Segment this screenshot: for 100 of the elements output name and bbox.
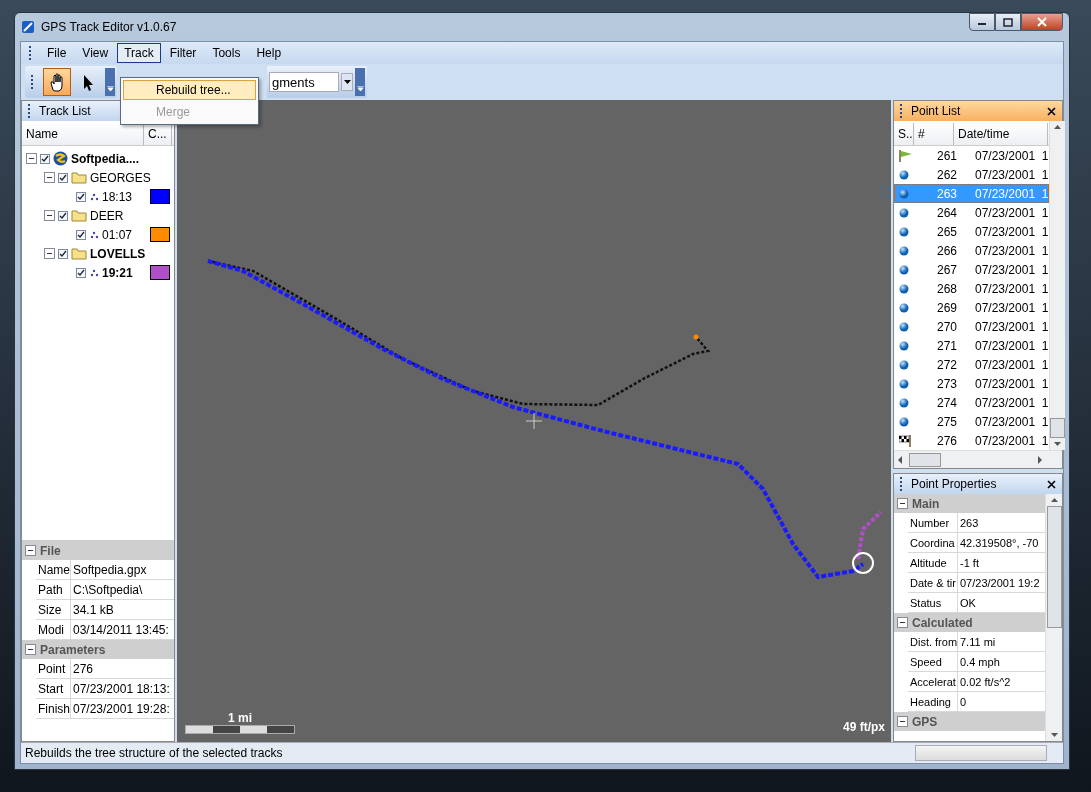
point-row[interactable]: 261 07/23/2001 1 bbox=[894, 146, 1050, 165]
dot-icon bbox=[899, 302, 909, 313]
point-number: 261 bbox=[937, 148, 959, 163]
collapse-toggle[interactable] bbox=[44, 172, 55, 183]
point-datetime: 07/23/2001 1 bbox=[975, 395, 1049, 410]
tree-label[interactable]: 01:07 bbox=[102, 227, 133, 242]
dot-icon bbox=[899, 207, 909, 218]
point-row[interactable]: 275 07/23/2001 1 bbox=[894, 412, 1050, 431]
checkbox[interactable] bbox=[58, 172, 68, 183]
close-icon bbox=[1037, 17, 1047, 27]
point-row[interactable]: 271 07/23/2001 1 bbox=[894, 336, 1050, 355]
tree-label[interactable]: GEORGES bbox=[90, 170, 151, 185]
point-row[interactable]: 262 07/23/2001 1 bbox=[894, 165, 1050, 184]
point-row[interactable]: 267 07/23/2001 1 bbox=[894, 260, 1050, 279]
point-row[interactable]: 274 07/23/2001 1 bbox=[894, 393, 1050, 412]
checkbox[interactable] bbox=[58, 210, 68, 221]
checkbox[interactable] bbox=[58, 248, 68, 259]
menu-item[interactable]: Help bbox=[249, 43, 289, 63]
point-row[interactable]: 266 07/23/2001 1 bbox=[894, 241, 1050, 260]
point-datetime: 07/23/2001 1 bbox=[975, 148, 1049, 163]
point-row[interactable]: 273 07/23/2001 1 bbox=[894, 374, 1050, 393]
check-icon bbox=[77, 192, 85, 201]
hand-tool-button[interactable] bbox=[43, 68, 71, 96]
property-value: 07/23/2001 19:2 bbox=[959, 575, 1041, 591]
menu-item[interactable]: View bbox=[75, 43, 116, 63]
minimize-button[interactable] bbox=[969, 13, 995, 31]
collapse-toggle[interactable] bbox=[897, 498, 908, 509]
checkbox[interactable] bbox=[76, 191, 86, 202]
point-row[interactable]: 268 07/23/2001 1 bbox=[894, 279, 1050, 298]
property-value: 0.4 mph bbox=[959, 654, 1001, 670]
track-points-icon bbox=[89, 267, 99, 278]
point-number: 267 bbox=[937, 262, 959, 277]
track-points-icon bbox=[89, 229, 99, 240]
dot-icon bbox=[899, 359, 909, 370]
crosshair-icon bbox=[525, 412, 543, 430]
combo-field[interactable]: gments bbox=[269, 72, 339, 92]
left-arrow-icon[interactable] bbox=[897, 455, 903, 464]
point-number: 264 bbox=[937, 205, 959, 220]
tree-label[interactable]: 18:13 bbox=[102, 189, 133, 204]
scroll-thumb[interactable] bbox=[1046, 506, 1062, 628]
property-name: Modi bbox=[36, 620, 71, 639]
tree-label[interactable]: LOVELLS bbox=[90, 246, 146, 261]
dropdown-arrow-button[interactable] bbox=[341, 73, 353, 91]
point-datetime: 07/23/2001 1 bbox=[975, 205, 1049, 220]
close-icon[interactable] bbox=[1047, 479, 1056, 489]
chevron-icon bbox=[356, 86, 364, 92]
checkbox[interactable] bbox=[40, 153, 50, 164]
property-name: Altitude bbox=[908, 553, 958, 572]
column-header[interactable]: # bbox=[914, 123, 954, 145]
maximize-button[interactable] bbox=[995, 13, 1021, 31]
toolbar-options-button[interactable] bbox=[355, 68, 365, 96]
checkbox[interactable] bbox=[76, 229, 86, 240]
point-row[interactable]: 265 07/23/2001 1 bbox=[894, 222, 1050, 241]
scroll-thumb[interactable] bbox=[909, 452, 941, 467]
section-title: Parameters bbox=[40, 642, 106, 657]
collapse-toggle[interactable] bbox=[897, 617, 908, 628]
property-value: 34.1 kB bbox=[72, 601, 115, 619]
right-arrow-icon[interactable] bbox=[1037, 455, 1043, 464]
point-datetime: 07/23/2001 1 bbox=[975, 281, 1049, 296]
point-row[interactable]: 272 07/23/2001 1 bbox=[894, 355, 1050, 374]
vertical-scrollbar[interactable] bbox=[1049, 121, 1066, 450]
point-datetime: 07/23/2001 1 bbox=[975, 319, 1049, 334]
menu-item[interactable]: Track bbox=[117, 43, 161, 63]
menu-item[interactable]: Tools bbox=[205, 43, 248, 63]
checkered-flag-icon bbox=[899, 434, 913, 447]
collapse-toggle[interactable] bbox=[25, 644, 36, 655]
tree-label[interactable]: 19:21 bbox=[102, 265, 133, 280]
collapse-toggle[interactable] bbox=[44, 248, 55, 259]
tree-label[interactable]: DEER bbox=[90, 208, 124, 223]
column-header[interactable]: S.. bbox=[894, 123, 914, 145]
vertical-scrollbar[interactable] bbox=[1045, 494, 1062, 741]
collapse-toggle[interactable] bbox=[26, 153, 37, 164]
menu-item[interactable]: File bbox=[40, 43, 74, 63]
dot-icon bbox=[899, 321, 909, 332]
point-row[interactable]: 269 07/23/2001 1 bbox=[894, 298, 1050, 317]
menu-item[interactable]: Filter bbox=[162, 43, 204, 63]
checkbox[interactable] bbox=[76, 267, 86, 278]
status-text: Rebuilds the tree structure of the selected tracks bbox=[25, 746, 283, 760]
window-title: GPS Track Editor v1.0.67 bbox=[41, 20, 177, 34]
point-datetime: 07/23/2001 1 bbox=[975, 224, 1049, 239]
point-datetime: 07/23/2001 1 bbox=[975, 243, 1049, 258]
horizontal-scrollbar[interactable] bbox=[894, 450, 1062, 468]
collapse-toggle[interactable] bbox=[897, 716, 908, 727]
close-icon[interactable] bbox=[1047, 106, 1056, 116]
tree-label[interactable]: Softpedia.... bbox=[71, 151, 139, 166]
toolbar-options-button[interactable] bbox=[105, 68, 115, 96]
point-row[interactable]: 270 07/23/2001 1 bbox=[894, 317, 1050, 336]
minus-icon bbox=[899, 619, 906, 626]
scroll-thumb[interactable] bbox=[1050, 418, 1066, 438]
minus-icon bbox=[46, 212, 53, 219]
point-row[interactable]: 264 07/23/2001 1 bbox=[894, 203, 1050, 222]
point-datetime: 07/23/2001 1 bbox=[975, 433, 1049, 448]
check-icon bbox=[59, 249, 67, 258]
point-number: 263 bbox=[937, 186, 959, 201]
close-button[interactable] bbox=[1021, 13, 1063, 31]
collapse-toggle[interactable] bbox=[44, 210, 55, 221]
collapse-toggle[interactable] bbox=[25, 545, 36, 556]
column-header[interactable]: Date/time bbox=[954, 123, 1048, 145]
point-row[interactable]: 276 07/23/2001 1 bbox=[894, 431, 1050, 450]
menu-option[interactable]: Rebuild tree... bbox=[123, 80, 256, 100]
